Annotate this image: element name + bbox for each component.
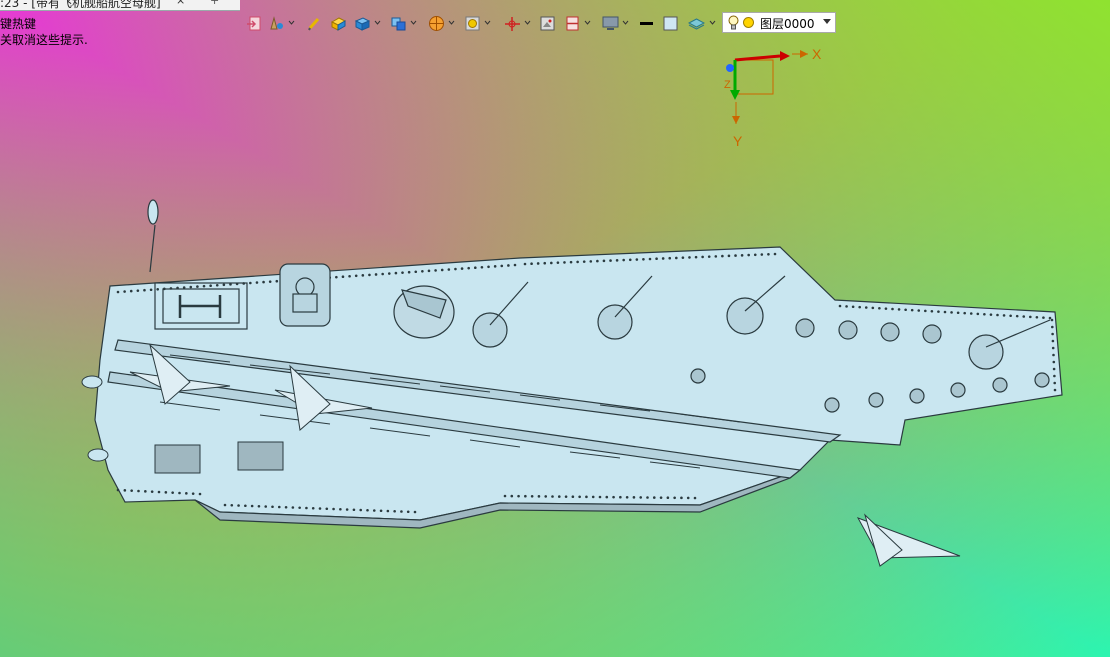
x-axis-arrow — [780, 51, 790, 61]
close-icon[interactable]: × — [176, 0, 185, 7]
chevron-down-icon[interactable] — [448, 19, 455, 26]
monitor-icon[interactable] — [600, 12, 620, 34]
document-tab[interactable]: :23 - [带有飞机舰船航空母舰] — [0, 0, 161, 10]
x-axis-label: X — [812, 46, 822, 62]
hint-line-1: 键热键 — [0, 17, 37, 31]
pen-icon[interactable] — [304, 12, 324, 34]
shape-tool-icon[interactable] — [266, 12, 286, 34]
chevron-down-icon[interactable] — [524, 19, 531, 26]
cube-split-icon[interactable] — [388, 12, 408, 34]
triad-box — [734, 59, 774, 95]
chevron-down-icon[interactable] — [709, 19, 716, 26]
line-style-icon[interactable] — [636, 12, 656, 34]
cube-yellow-icon[interactable] — [328, 12, 348, 34]
z-axis-dot — [726, 64, 734, 72]
chevron-down-icon[interactable] — [374, 19, 381, 26]
cube-blue-icon[interactable] — [352, 12, 372, 34]
chevron-down-icon[interactable] — [484, 19, 491, 26]
chevron-down-icon[interactable] — [584, 19, 591, 26]
layers-icon[interactable] — [686, 12, 706, 34]
layer-name: 图层0000 — [760, 17, 815, 31]
3d-viewport[interactable]: X Y Z — [0, 0, 1110, 657]
x-axis-line — [734, 54, 781, 62]
z-axis-label: Z — [724, 79, 731, 91]
new-tab-icon[interactable]: + — [210, 0, 219, 7]
lightbulb-icon[interactable] — [728, 15, 739, 31]
chevron-down-icon[interactable] — [410, 19, 417, 26]
layer-select[interactable]: 图层0000 — [722, 12, 836, 33]
y-axis-label: Y — [733, 133, 743, 149]
image-view-icon[interactable] — [537, 12, 557, 34]
chevron-down-icon[interactable] — [622, 19, 629, 26]
color-swatch-icon[interactable] — [660, 12, 680, 34]
origin-icon[interactable] — [502, 12, 522, 34]
hint-line-2: 关取消这些提示. — [0, 33, 88, 47]
document-tab-bar: :23 - [带有飞机舰船航空母舰] × + — [0, 0, 240, 11]
chevron-down-icon[interactable] — [288, 19, 295, 26]
y-axis-arrow — [730, 90, 740, 100]
axis-triad: X Y Z — [724, 46, 822, 149]
view-frame-icon[interactable] — [462, 12, 482, 34]
import-icon[interactable] — [244, 12, 264, 34]
render-sphere-icon[interactable] — [426, 12, 446, 34]
chevron-down-icon[interactable] — [823, 19, 831, 25]
layer-color-dot — [743, 17, 754, 28]
section-icon[interactable] — [562, 12, 582, 34]
